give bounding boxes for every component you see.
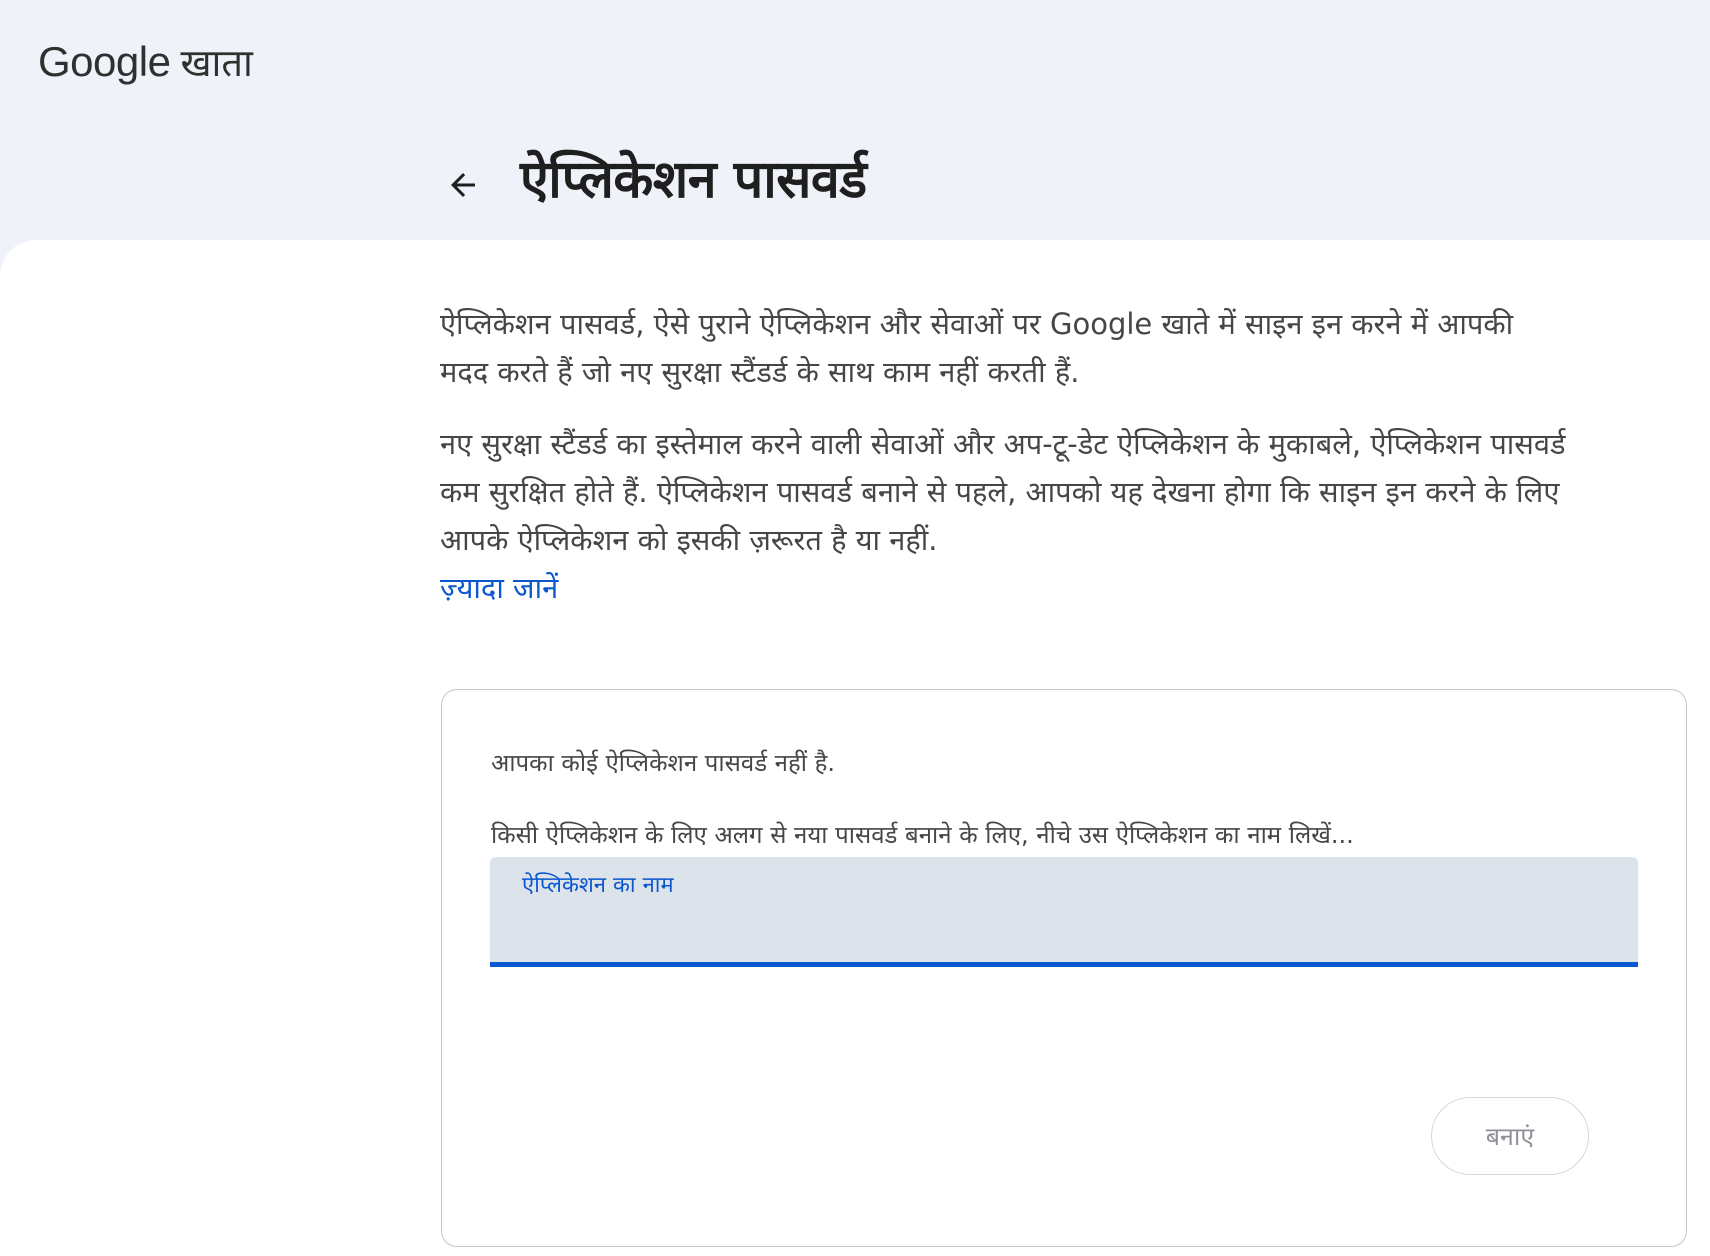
google-account-logo[interactable]: Google खाता <box>38 36 253 88</box>
create-instruction: किसी ऐप्लिकेशन के लिए अलग से नया पासवर्ड… <box>491 821 1354 849</box>
intro-paragraph-2-text: नए सुरक्षा स्टैंडर्ड का इस्तेमाल करने वा… <box>440 427 1566 557</box>
app-name-input[interactable] <box>522 905 1602 949</box>
app-name-label: ऐप्लिकेशन का नाम <box>522 873 674 898</box>
intro-section: ऐप्लिकेशन पासवर्ड, ऐसे पुराने ऐप्लिकेशन … <box>440 300 1570 636</box>
intro-paragraph-2: नए सुरक्षा स्टैंडर्ड का इस्तेमाल करने वा… <box>440 420 1570 612</box>
page-title: ऐप्लिकेशन पासवर्ड <box>520 150 867 210</box>
back-button[interactable] <box>436 158 490 212</box>
arrow-back-icon <box>451 173 475 197</box>
account-wordmark: खाता <box>180 41 253 85</box>
app-passwords-card: आपका कोई ऐप्लिकेशन पासवर्ड नहीं है. किसी… <box>441 689 1687 1247</box>
intro-paragraph-1: ऐप्लिकेशन पासवर्ड, ऐसे पुराने ऐप्लिकेशन … <box>440 307 1514 389</box>
app-name-field[interactable]: ऐप्लिकेशन का नाम <box>490 857 1638 967</box>
create-button[interactable]: बनाएं <box>1431 1097 1589 1175</box>
learn-more-link[interactable]: ज़्यादा जानें <box>440 564 558 612</box>
top-bar: Google खाता ऐप्लिकेशन पासवर्ड <box>0 0 1710 240</box>
no-passwords-message: आपका कोई ऐप्लिकेशन पासवर्ड नहीं है. <box>491 749 835 777</box>
google-wordmark: Google <box>38 38 171 85</box>
